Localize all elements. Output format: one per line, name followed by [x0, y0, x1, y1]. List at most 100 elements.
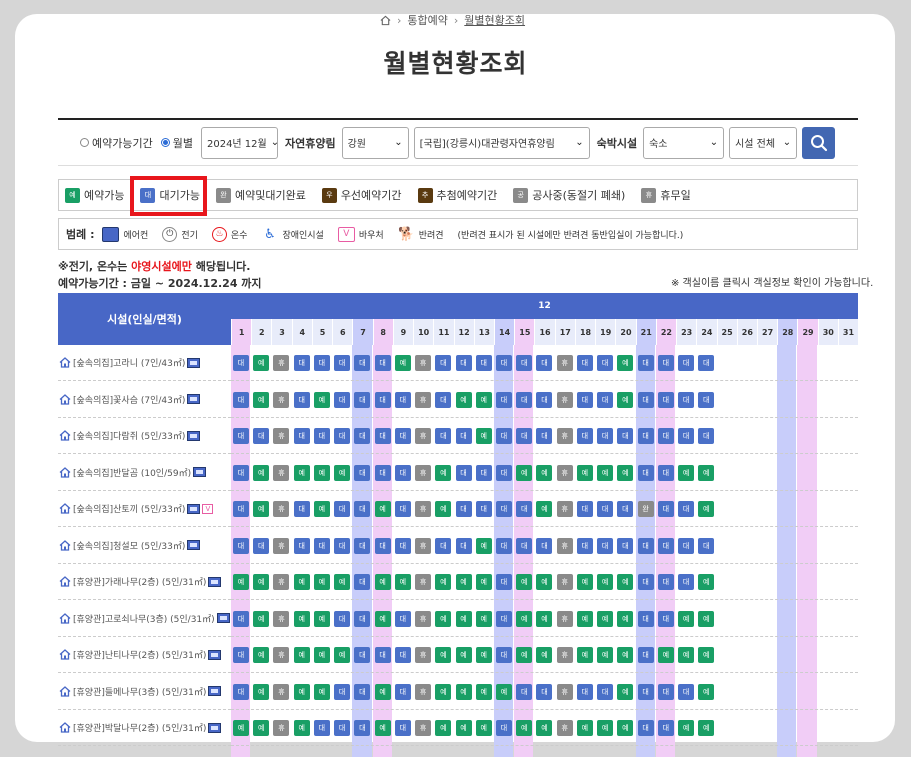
status-cell[interactable]: 대 — [475, 501, 492, 517]
status-cell[interactable]: 예 — [455, 647, 472, 663]
status-cell[interactable]: 대 — [597, 501, 614, 517]
status-cell[interactable]: 예 — [475, 720, 492, 736]
region-select[interactable]: 강원 ⌄ — [341, 126, 409, 159]
status-cell[interactable]: 대 — [698, 391, 715, 408]
status-cell[interactable]: 대 — [678, 683, 695, 700]
status-cell[interactable]: 예 — [698, 647, 715, 663]
status-cell[interactable]: 대 — [435, 537, 452, 554]
status-cell[interactable]: 대 — [516, 355, 533, 371]
status-cell[interactable]: 예 — [313, 610, 330, 627]
facility-name-link[interactable]: [숲속의집]다람쥐 (5인/33㎡) — [58, 418, 231, 454]
facility-name-link[interactable]: [휴양관]난티나무(2층) (5인/31㎡) — [58, 637, 231, 673]
status-cell[interactable]: 예 — [435, 720, 452, 736]
status-cell[interactable]: 예 — [374, 501, 391, 517]
status-cell[interactable]: 예 — [536, 501, 553, 517]
status-cell[interactable]: 예 — [313, 574, 330, 590]
status-cell[interactable]: 대 — [698, 537, 715, 554]
status-cell[interactable]: 대 — [374, 537, 391, 554]
status-cell[interactable]: 대 — [637, 720, 654, 736]
status-cell[interactable]: 예 — [253, 391, 270, 408]
status-cell[interactable]: 대 — [354, 647, 371, 663]
status-cell[interactable]: 예 — [475, 683, 492, 700]
status-cell[interactable]: 예 — [313, 683, 330, 700]
status-cell[interactable]: 예 — [576, 720, 593, 736]
status-cell[interactable]: 대 — [678, 537, 695, 554]
status-cell[interactable]: 예 — [394, 355, 411, 371]
status-cell[interactable]: 대 — [233, 683, 249, 700]
status-cell[interactable]: 대 — [313, 537, 330, 554]
status-cell[interactable]: 대 — [657, 391, 674, 408]
status-cell[interactable]: 대 — [374, 647, 391, 663]
status-cell[interactable]: 예 — [313, 464, 330, 481]
status-cell[interactable]: 대 — [495, 428, 512, 444]
status-cell[interactable]: 예 — [394, 574, 411, 590]
status-cell[interactable]: 예 — [293, 574, 310, 590]
status-cell[interactable]: 대 — [678, 501, 695, 517]
status-cell[interactable]: 예 — [313, 391, 330, 408]
status-cell[interactable]: 대 — [435, 391, 452, 408]
status-cell[interactable]: 예 — [698, 501, 715, 517]
facility-name-link[interactable]: [숲속의집]고라니 (7인/43㎡) — [58, 345, 231, 381]
status-cell[interactable]: 대 — [657, 720, 674, 736]
status-cell[interactable]: 대 — [233, 355, 249, 371]
status-cell[interactable]: 대 — [698, 428, 715, 444]
status-cell[interactable]: 대 — [516, 428, 533, 444]
status-cell[interactable]: 대 — [334, 355, 351, 371]
status-cell[interactable]: 예 — [698, 720, 715, 736]
status-cell[interactable]: 예 — [475, 647, 492, 663]
status-cell[interactable]: 예 — [536, 610, 553, 627]
status-cell[interactable]: 예 — [516, 464, 533, 481]
status-cell[interactable]: 대 — [334, 720, 351, 736]
status-cell[interactable]: 대 — [657, 355, 674, 371]
status-cell[interactable]: 대 — [637, 647, 654, 663]
radio-monthly[interactable]: 월별 — [160, 135, 193, 151]
status-cell[interactable]: 대 — [576, 428, 593, 444]
status-cell[interactable]: 대 — [516, 537, 533, 554]
status-cell[interactable]: 예 — [617, 610, 634, 627]
status-cell[interactable]: 대 — [293, 428, 310, 444]
facility-name-link[interactable]: [휴양관]들메나무(3층) (5인/31㎡) — [58, 674, 231, 710]
status-cell[interactable]: 대 — [597, 683, 614, 700]
status-cell[interactable]: 예 — [597, 464, 614, 481]
status-cell[interactable]: 예 — [435, 464, 452, 481]
status-cell[interactable]: 예 — [253, 683, 270, 700]
status-cell[interactable]: 대 — [657, 683, 674, 700]
status-cell[interactable]: 예 — [617, 355, 634, 371]
status-cell[interactable]: 예 — [698, 610, 715, 627]
status-cell[interactable]: 대 — [313, 428, 330, 444]
status-cell[interactable]: 예 — [253, 574, 270, 590]
status-cell[interactable]: 대 — [657, 464, 674, 481]
status-cell[interactable]: 대 — [374, 355, 391, 371]
status-cell[interactable]: 대 — [374, 464, 391, 481]
status-cell[interactable]: 대 — [233, 391, 249, 408]
status-cell[interactable]: 대 — [354, 720, 371, 736]
status-cell[interactable]: 대 — [678, 428, 695, 444]
status-cell[interactable]: 대 — [536, 683, 553, 700]
status-cell[interactable]: 대 — [637, 537, 654, 554]
status-cell[interactable]: 예 — [253, 355, 270, 371]
status-cell[interactable]: 예 — [597, 720, 614, 736]
status-cell[interactable]: 대 — [637, 574, 654, 590]
status-cell[interactable]: 대 — [455, 537, 472, 554]
status-cell[interactable]: 대 — [495, 501, 512, 517]
status-cell[interactable]: 예 — [455, 610, 472, 627]
status-cell[interactable]: 대 — [495, 574, 512, 590]
status-cell[interactable]: 대 — [576, 501, 593, 517]
status-cell[interactable]: 대 — [394, 391, 411, 408]
status-cell[interactable]: 대 — [374, 428, 391, 444]
status-cell[interactable]: 대 — [597, 391, 614, 408]
status-cell[interactable]: 대 — [678, 391, 695, 408]
status-cell[interactable]: 예 — [253, 501, 270, 517]
status-cell[interactable]: 예 — [374, 683, 391, 700]
status-cell[interactable]: 대 — [233, 610, 249, 627]
status-cell[interactable]: 대 — [536, 428, 553, 444]
status-cell[interactable]: 예 — [313, 501, 330, 517]
status-cell[interactable]: 대 — [374, 391, 391, 408]
status-cell[interactable]: 대 — [334, 683, 351, 700]
status-cell[interactable]: 대 — [233, 501, 249, 517]
status-cell[interactable]: 대 — [394, 683, 411, 700]
status-cell[interactable]: 예 — [617, 683, 634, 700]
status-cell[interactable]: 예 — [657, 647, 674, 663]
status-cell[interactable]: 예 — [617, 391, 634, 408]
status-cell[interactable]: 대 — [334, 501, 351, 517]
